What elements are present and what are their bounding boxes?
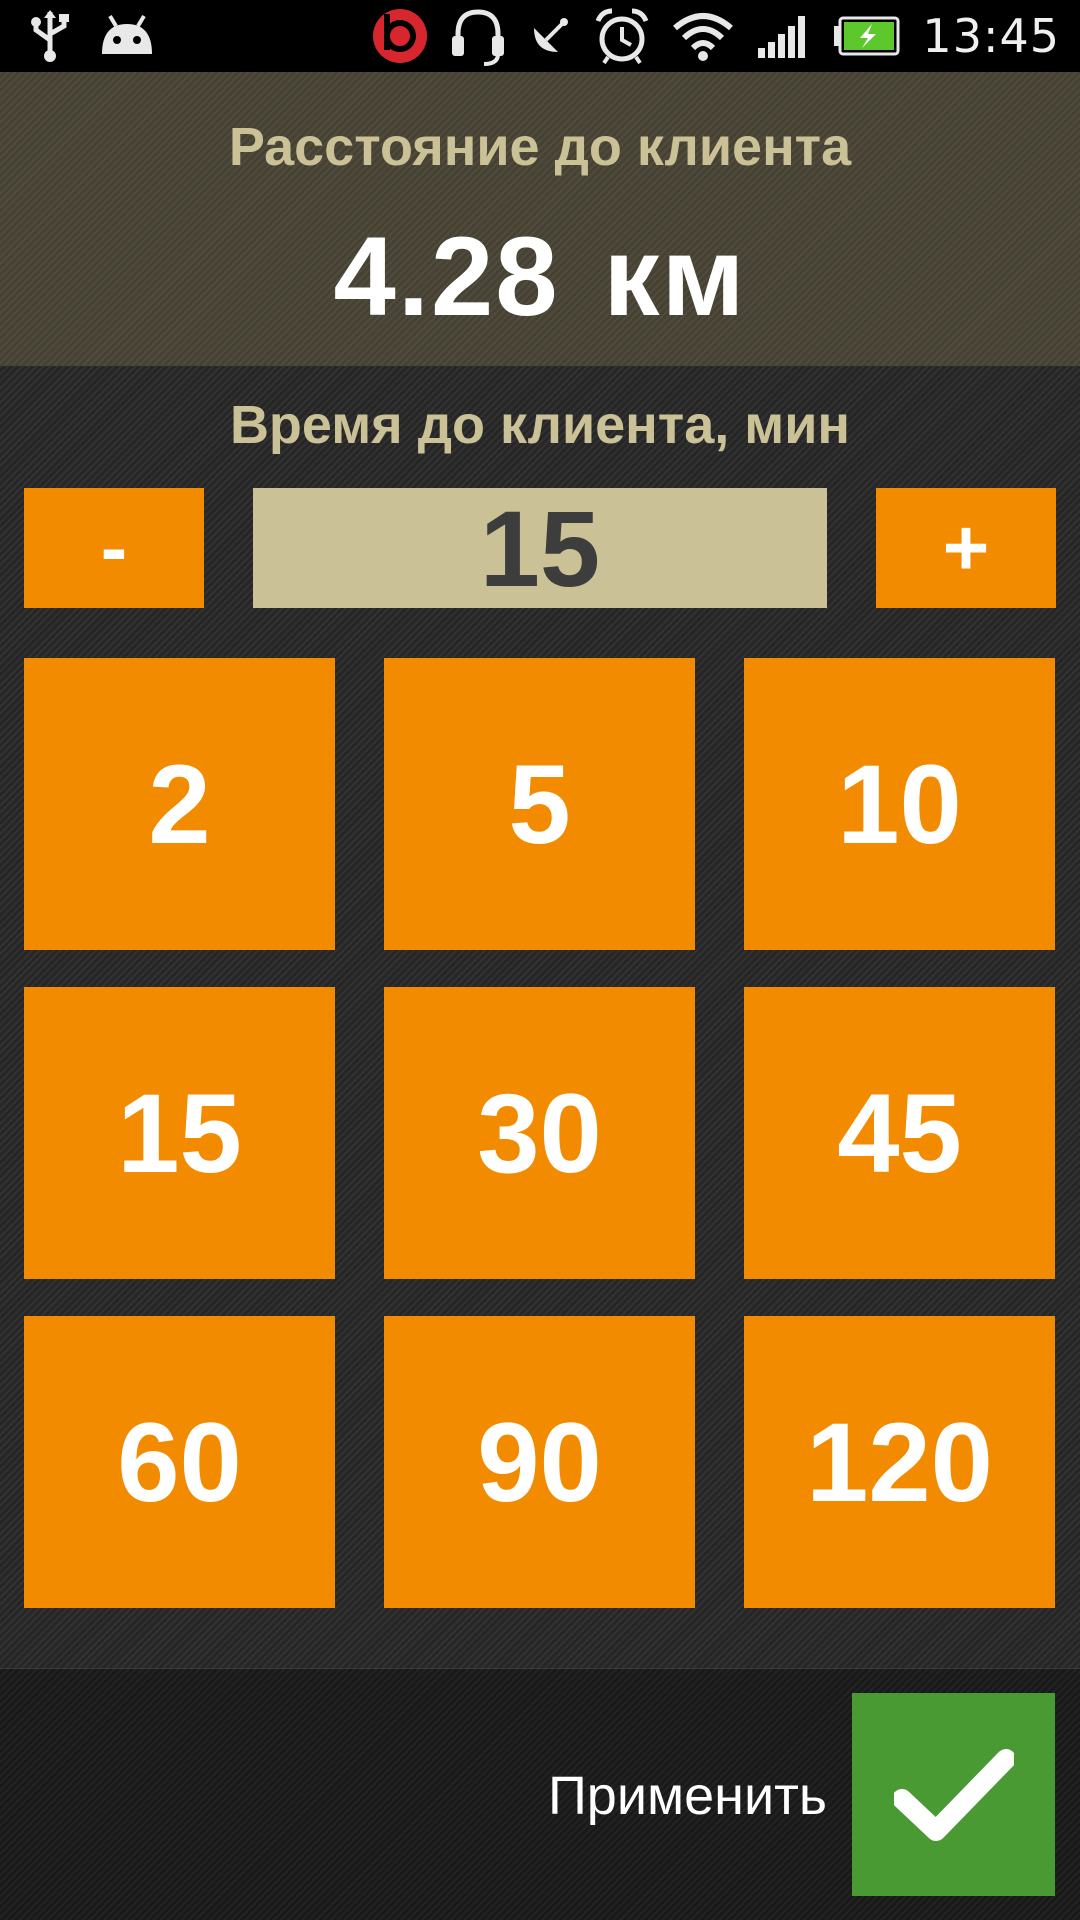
preset-button-10[interactable]: 10 bbox=[744, 658, 1055, 950]
checkmark-icon bbox=[893, 1748, 1014, 1841]
preset-button-2[interactable]: 2 bbox=[24, 658, 335, 950]
android-debug-icon bbox=[102, 14, 152, 54]
apply-button[interactable] bbox=[852, 1693, 1055, 1896]
preset-button-120[interactable]: 120 bbox=[744, 1316, 1055, 1608]
bottom-bar: Применить bbox=[0, 1668, 1080, 1920]
distance-number: 4.28 bbox=[333, 214, 560, 339]
alarm-icon bbox=[596, 8, 649, 65]
distance-value: 4.28 км bbox=[0, 212, 1080, 341]
apply-label[interactable]: Применить bbox=[548, 1765, 827, 1827]
preset-button-60[interactable]: 60 bbox=[24, 1316, 335, 1608]
decrease-button[interactable]: - bbox=[24, 488, 204, 608]
increase-button[interactable]: + bbox=[876, 488, 1056, 608]
preset-button-45[interactable]: 45 bbox=[744, 987, 1055, 1279]
time-value-field[interactable] bbox=[253, 488, 827, 608]
satellite-icon bbox=[534, 18, 569, 52]
headset-icon bbox=[452, 9, 505, 66]
battery-charging-icon bbox=[834, 16, 900, 56]
status-time: 13:45 bbox=[922, 9, 1060, 63]
distance-unit: км bbox=[603, 214, 747, 339]
distance-panel: Расстояние до клиента 4.28 км bbox=[0, 72, 1080, 366]
status-bar: 13:45 bbox=[0, 0, 1080, 72]
time-panel: Время до клиента, мин - + 2 5 10 15 30 4… bbox=[0, 366, 1080, 1668]
preset-button-90[interactable]: 90 bbox=[384, 1316, 695, 1608]
wifi-icon bbox=[673, 13, 734, 61]
beats-audio-icon bbox=[373, 9, 428, 63]
preset-button-30[interactable]: 30 bbox=[384, 987, 695, 1279]
time-label: Время до клиента, мин bbox=[229, 395, 851, 455]
distance-label: Расстояние до клиента bbox=[228, 117, 852, 177]
signal-icon bbox=[758, 16, 806, 58]
usb-icon bbox=[31, 10, 69, 62]
preset-button-5[interactable]: 5 bbox=[384, 658, 695, 950]
preset-button-15[interactable]: 15 bbox=[24, 987, 335, 1279]
